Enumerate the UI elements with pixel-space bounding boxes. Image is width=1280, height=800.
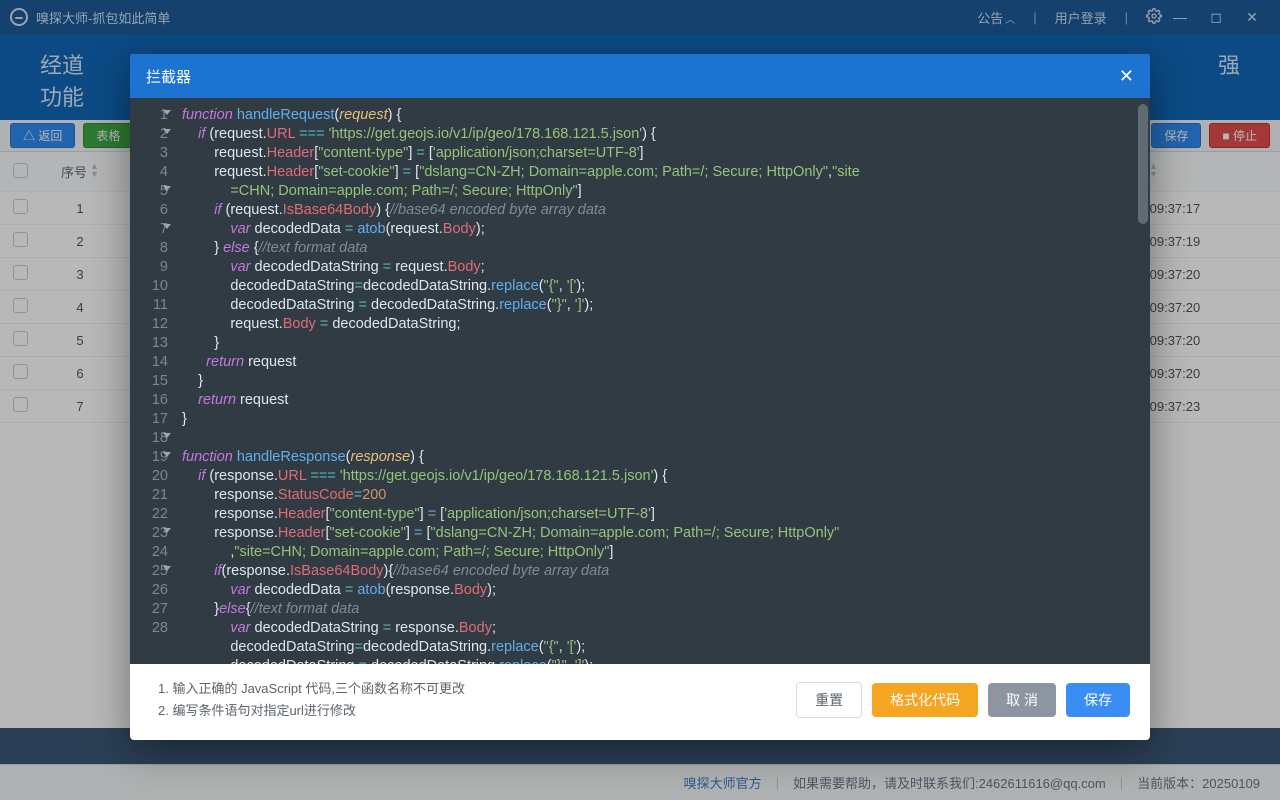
code-editor[interactable]: 1234567891011121314151617181920212223242… (130, 98, 1150, 664)
modal-close-button[interactable]: ✕ (1119, 66, 1134, 87)
modal-save-button[interactable]: 保存 (1066, 683, 1130, 717)
modal-title: 拦截器 (146, 66, 191, 87)
reset-button[interactable]: 重置 (796, 682, 862, 718)
format-button[interactable]: 格式化代码 (872, 683, 978, 717)
editor-scrollbar[interactable] (1138, 104, 1148, 224)
cancel-button[interactable]: 取 消 (988, 683, 1056, 717)
interceptor-modal: 拦截器 ✕ 1234567891011121314151617181920212… (130, 54, 1150, 740)
modal-overlay: 拦截器 ✕ 1234567891011121314151617181920212… (0, 0, 1280, 800)
modal-tip-2: 2. 编写条件语句对指定url进行修改 (158, 700, 465, 722)
modal-tip-1: 1. 输入正确的 JavaScript 代码,三个函数名称不可更改 (158, 678, 465, 700)
